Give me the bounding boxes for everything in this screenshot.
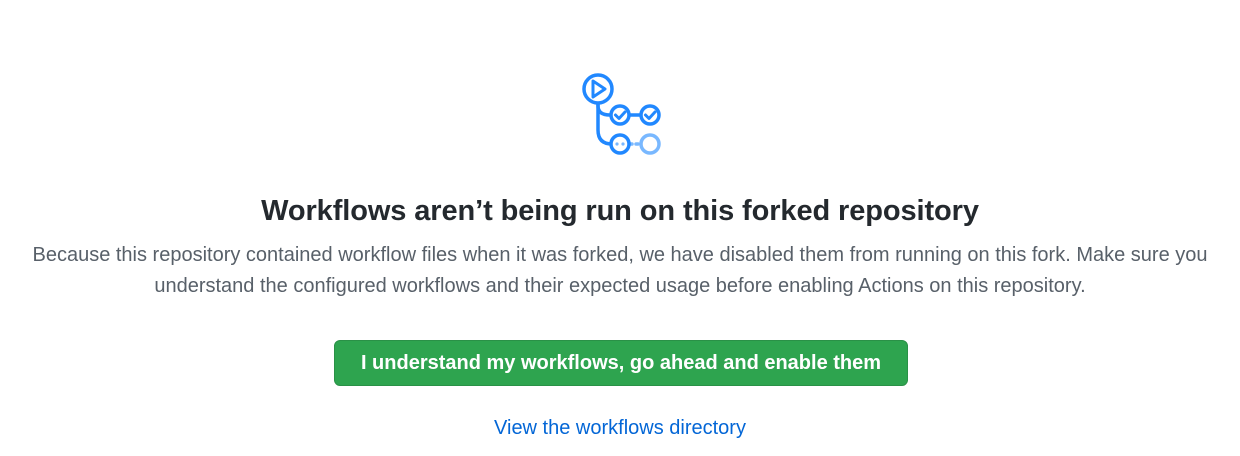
description-text: Because this repository contained workfl… <box>32 244 1208 297</box>
page-title: Workflows aren’t being run on this forke… <box>261 195 979 227</box>
enable-workflows-button[interactable]: I understand my workflows, go ahead and … <box>334 340 908 386</box>
view-workflows-directory-link[interactable]: View the workflows directory <box>494 417 746 439</box>
workflow-actions-icon <box>582 73 661 155</box>
view-workflows-link-container: View the workflows directory <box>0 414 1240 442</box>
actions-disabled-page: Workflows aren’t being run on this forke… <box>0 0 1240 456</box>
